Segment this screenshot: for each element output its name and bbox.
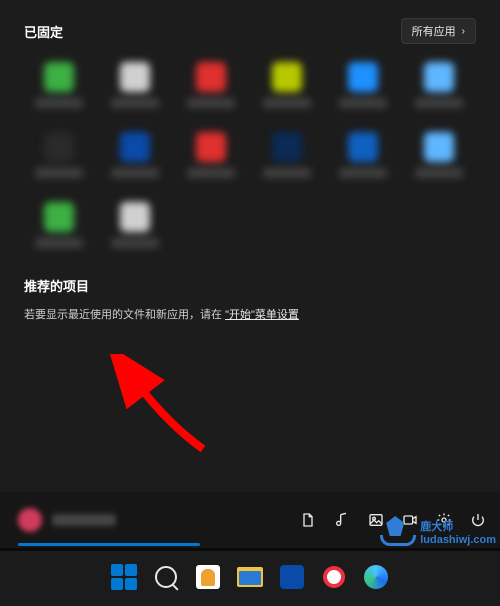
start-bottom-bar bbox=[0, 492, 500, 548]
app-icon bbox=[272, 62, 302, 92]
taskbar-top-line bbox=[0, 548, 500, 551]
avatar bbox=[18, 508, 42, 532]
microsoft-store-icon[interactable] bbox=[277, 562, 307, 592]
app-icon bbox=[44, 202, 74, 232]
pinned-app-10[interactable] bbox=[328, 128, 398, 192]
pinned-app-12[interactable] bbox=[24, 198, 94, 262]
all-apps-button[interactable]: 所有应用 › bbox=[401, 18, 476, 44]
start-button[interactable] bbox=[109, 562, 139, 592]
all-apps-label: 所有应用 bbox=[412, 23, 456, 39]
recommended-title: 推荐的项目 bbox=[24, 276, 476, 295]
people-app-icon[interactable] bbox=[193, 562, 223, 592]
app-icon bbox=[424, 132, 454, 162]
pinned-app-9[interactable] bbox=[252, 128, 322, 192]
recommended-hint-prefix: 若要显示最近使用的文件和新应用，请在 bbox=[24, 309, 225, 321]
app-icon bbox=[348, 132, 378, 162]
pinned-title: 已固定 bbox=[24, 22, 63, 41]
recommended-hint: 若要显示最近使用的文件和新应用，请在 "开始"菜单设置 bbox=[24, 307, 476, 325]
document-icon[interactable] bbox=[300, 512, 316, 528]
app-icon bbox=[424, 62, 454, 92]
file-explorer-icon[interactable] bbox=[235, 562, 265, 592]
pinned-app-5[interactable] bbox=[404, 58, 474, 122]
app-label bbox=[339, 168, 387, 178]
start-settings-link[interactable]: "开始"菜单设置 bbox=[225, 309, 299, 321]
app-label bbox=[111, 238, 159, 248]
search-button[interactable] bbox=[151, 562, 181, 592]
app-label bbox=[263, 98, 311, 108]
pinned-app-7[interactable] bbox=[100, 128, 170, 192]
pinned-app-11[interactable] bbox=[404, 128, 474, 192]
app-label bbox=[35, 168, 83, 178]
recommended-section: 推荐的项目 若要显示最近使用的文件和新应用，请在 "开始"菜单设置 bbox=[0, 262, 500, 325]
app-label bbox=[187, 98, 235, 108]
chevron-right-icon: › bbox=[462, 26, 465, 37]
user-name bbox=[52, 514, 116, 526]
pinned-section: 已固定 所有应用 › bbox=[0, 0, 500, 262]
pinned-app-1[interactable] bbox=[100, 58, 170, 122]
pinned-app-4[interactable] bbox=[328, 58, 398, 122]
app-label bbox=[111, 168, 159, 178]
pinned-app-6[interactable] bbox=[24, 128, 94, 192]
pinned-app-3[interactable] bbox=[252, 58, 322, 122]
app-label bbox=[415, 168, 463, 178]
app-label bbox=[339, 98, 387, 108]
progress-indicator bbox=[18, 543, 200, 546]
video-icon[interactable] bbox=[402, 512, 418, 528]
pinned-app-0[interactable] bbox=[24, 58, 94, 122]
user-account-button[interactable] bbox=[18, 508, 116, 532]
music-icon[interactable] bbox=[334, 512, 350, 528]
app-icon bbox=[120, 62, 150, 92]
taskbar bbox=[0, 548, 500, 606]
app-icon bbox=[120, 132, 150, 162]
app-icon bbox=[348, 62, 378, 92]
power-icon[interactable] bbox=[470, 512, 486, 528]
app-label bbox=[415, 98, 463, 108]
app-label bbox=[35, 238, 83, 248]
app-label bbox=[187, 168, 235, 178]
start-menu-panel: 已固定 所有应用 › 推荐的项目 若要显示最近使用的文件和新应用，请在 "开始"… bbox=[0, 0, 500, 548]
app-label bbox=[111, 98, 159, 108]
pinned-app-8[interactable] bbox=[176, 128, 246, 192]
util-icons bbox=[300, 512, 486, 528]
photo-icon[interactable] bbox=[368, 512, 384, 528]
settings-icon[interactable] bbox=[436, 512, 452, 528]
edge-icon[interactable] bbox=[361, 562, 391, 592]
pinned-grid bbox=[24, 58, 476, 262]
app-icon bbox=[196, 62, 226, 92]
opera-icon[interactable] bbox=[319, 562, 349, 592]
pinned-app-2[interactable] bbox=[176, 58, 246, 122]
app-icon bbox=[196, 132, 226, 162]
pinned-app-13[interactable] bbox=[100, 198, 170, 262]
app-icon bbox=[44, 62, 74, 92]
app-icon bbox=[44, 132, 74, 162]
app-icon bbox=[272, 132, 302, 162]
app-label bbox=[263, 168, 311, 178]
app-label bbox=[35, 98, 83, 108]
app-icon bbox=[120, 202, 150, 232]
